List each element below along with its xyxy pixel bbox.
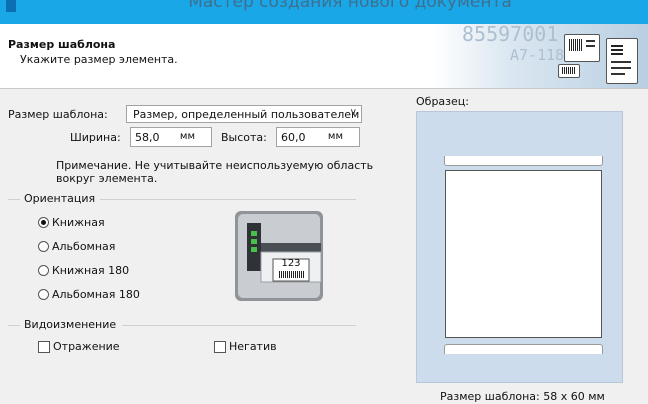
orientation-group-label: Ориентация bbox=[24, 192, 96, 205]
chevron-down-icon: ∨ bbox=[349, 107, 357, 118]
radio-selected-icon bbox=[38, 217, 49, 228]
negative-checkbox[interactable]: Негатив bbox=[214, 340, 277, 353]
banner-code: A7-118 bbox=[510, 46, 565, 64]
checkbox-icon bbox=[214, 340, 226, 353]
printer-icon: 123 bbox=[233, 209, 325, 303]
template-size-value: Размер, определенный пользователем bbox=[133, 108, 360, 121]
template-size-select[interactable]: Размер, определенный пользователем ∨ bbox=[126, 105, 362, 123]
height-value: 60,0 bbox=[281, 131, 306, 144]
preview-label: Образец: bbox=[416, 95, 469, 108]
mirror-label: Отражение bbox=[53, 340, 120, 353]
note-line-2: вокруг элемента. bbox=[56, 172, 158, 185]
wizard-body: Размер шаблона: Размер, определенный пол… bbox=[0, 89, 648, 404]
orientation-divider bbox=[100, 199, 356, 200]
step-subtitle: Укажите размер элемента. bbox=[20, 53, 178, 66]
orientation-portrait[interactable]: Книжная bbox=[38, 216, 105, 229]
title-bar: Мастер создания нового документа bbox=[0, 0, 648, 24]
radio-icon bbox=[38, 265, 49, 276]
banner-small-barcode-icon bbox=[558, 64, 580, 78]
width-field[interactable]: 58,0 мм bbox=[130, 127, 212, 147]
banner-qr-label-icon bbox=[606, 38, 638, 84]
orientation-landscape[interactable]: Альбомная bbox=[38, 240, 115, 253]
variation-group-label: Видоизменение bbox=[24, 318, 117, 331]
preview-size-caption: Размер шаблона: 58 x 60 мм bbox=[440, 390, 605, 403]
template-size-label: Размер шаблона: bbox=[8, 108, 108, 121]
banner-label-icon bbox=[564, 34, 600, 62]
orientation-portrait-label: Книжная bbox=[52, 216, 105, 229]
negative-label: Негатив bbox=[229, 340, 277, 353]
preview-area bbox=[416, 111, 623, 383]
orientation-portrait-180-label: Книжная 180 bbox=[52, 264, 130, 277]
header-banner: 85597001 A7-118 bbox=[434, 24, 648, 88]
window-title: Мастер создания нового документа bbox=[188, 0, 512, 12]
width-label: Ширина: bbox=[70, 131, 121, 144]
orientation-divider-left bbox=[8, 199, 20, 200]
orientation-landscape-180[interactable]: Альбомная 180 bbox=[38, 288, 140, 301]
preview-liner-bottom bbox=[444, 344, 603, 354]
height-field[interactable]: 60,0 мм bbox=[276, 127, 360, 147]
preview-liner-top bbox=[444, 156, 603, 166]
step-title: Размер шаблона bbox=[8, 38, 116, 51]
wizard-header: Размер шаблона Укажите размер элемента. … bbox=[0, 24, 648, 89]
variation-divider-left bbox=[8, 325, 20, 326]
variation-divider bbox=[122, 325, 356, 326]
orientation-landscape-label: Альбомная bbox=[52, 240, 116, 253]
width-unit: мм bbox=[179, 131, 195, 142]
width-value: 58,0 bbox=[135, 131, 160, 144]
orientation-landscape-180-label: Альбомная 180 bbox=[52, 288, 140, 301]
banner-number: 85597001 bbox=[462, 24, 559, 46]
preview-label-sample bbox=[445, 170, 602, 338]
orientation-portrait-180[interactable]: Книжная 180 bbox=[38, 264, 129, 277]
mirror-checkbox[interactable]: Отражение bbox=[38, 340, 120, 353]
height-label: Высота: bbox=[221, 131, 267, 144]
app-icon bbox=[6, 0, 16, 12]
printer-label-text: 123 bbox=[281, 258, 301, 269]
radio-icon bbox=[38, 241, 49, 252]
radio-icon bbox=[38, 289, 49, 300]
height-unit: мм bbox=[327, 131, 343, 142]
note-line-1: Примечание. Не учитывайте неиспользуемую… bbox=[56, 159, 374, 172]
checkbox-icon bbox=[38, 340, 50, 353]
